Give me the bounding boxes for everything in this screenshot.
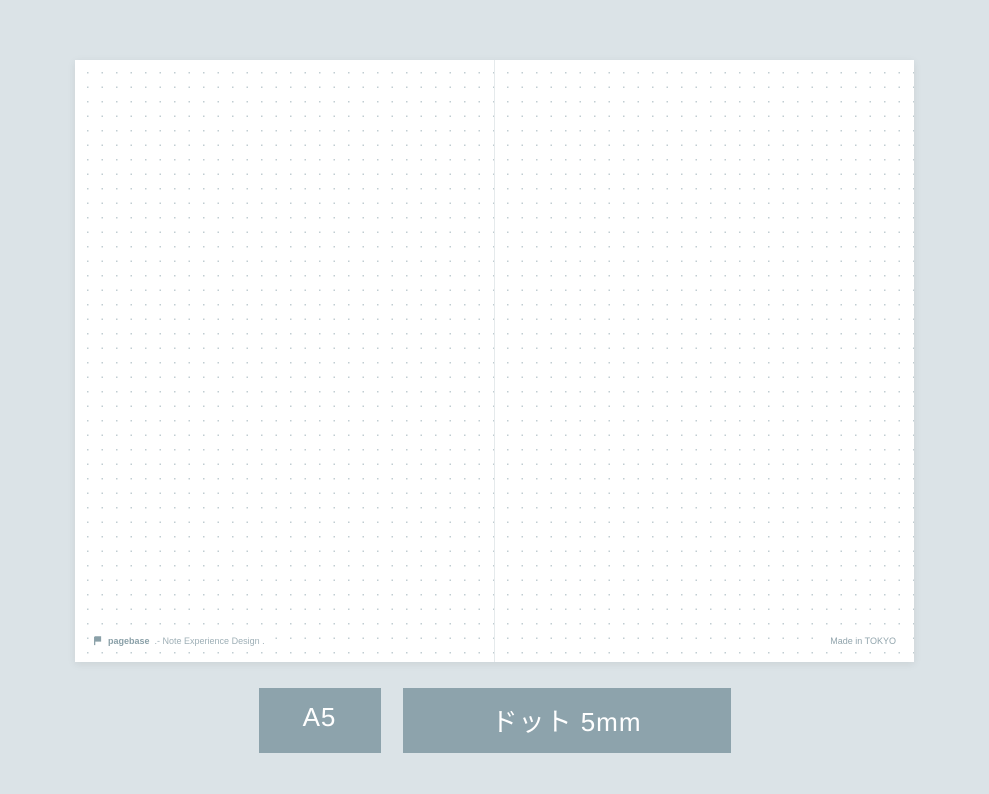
notebook-page-right: Made in TOKYO — [495, 60, 915, 662]
pattern-label: ドット 5mm — [403, 688, 731, 753]
size-label: A5 — [259, 688, 381, 753]
flag-icon — [93, 636, 103, 646]
brand-tagline: .- Note Experience Design . — [155, 636, 265, 646]
brand-name: pagebase — [108, 636, 150, 646]
page-footer-right: Made in TOKYO — [826, 634, 900, 648]
notebook-spread: pagebase .- Note Experience Design . Mad… — [75, 60, 914, 662]
page-footer-left: pagebase .- Note Experience Design . — [89, 634, 269, 648]
spec-labels: A5 ドット 5mm — [0, 688, 989, 753]
notebook-page-left: pagebase .- Note Experience Design . — [75, 60, 495, 662]
